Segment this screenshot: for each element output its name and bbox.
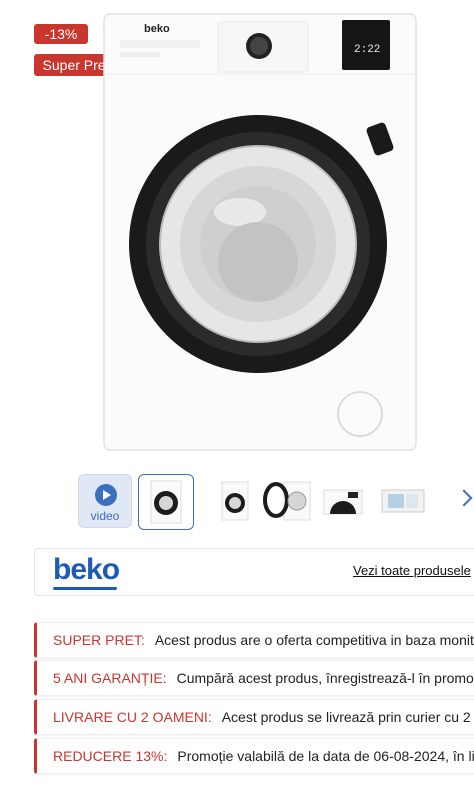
display-time: 2:22 [354, 44, 380, 56]
play-icon [95, 484, 117, 506]
thumbnail-strip: video [78, 474, 474, 530]
promo-tag: 5 ANI GARANȚIE: [53, 670, 167, 686]
washer-brand-mark: beko [144, 23, 170, 35]
promo-text: Acest produs are o oferta competitiva in… [154, 632, 474, 648]
brand-card: beko Vezi toate produsele [34, 548, 474, 596]
promo-tag: SUPER PRET: [53, 632, 145, 648]
promo-text: Promoție valabilă de la data de 06-08-20… [177, 748, 474, 764]
promo-text: Acest produs se livrează prin curier cu … [221, 709, 474, 725]
promo-tag: REDUCERE 13%: [53, 748, 168, 764]
thumbnail-4[interactable] [316, 474, 370, 528]
promo-tag: LIVRARE CU 2 OAMENI: [53, 709, 212, 725]
promo-garantie[interactable]: 5 ANI GARANȚIE: Cumpără acest produs, în… [34, 660, 474, 696]
chevron-right-icon[interactable] [455, 489, 473, 507]
promo-reducere[interactable]: REDUCERE 13%: Promoție valabilă de la da… [34, 738, 474, 774]
view-all-products-link[interactable]: Vezi toate produsele [353, 563, 471, 578]
product-image[interactable]: beko 2:22 [100, 12, 420, 452]
beko-logo[interactable]: beko [53, 553, 120, 587]
promo-text: Cumpără acest produs, înregistrează-l în… [176, 670, 474, 686]
logo-swoosh [53, 587, 117, 590]
thumbnail-2[interactable] [208, 474, 262, 528]
thumbnail-3[interactable] [262, 474, 316, 528]
promo-super-pret[interactable]: SUPER PRET: Acest produs are o oferta co… [34, 622, 474, 658]
video-label: video [90, 509, 120, 523]
promo-livrare[interactable]: LIVRARE CU 2 OAMENI: Acest produs se liv… [34, 699, 474, 735]
badge-discount: -13% [34, 24, 88, 44]
thumbnail-video[interactable]: video [78, 474, 132, 528]
thumbnail-1[interactable] [138, 474, 194, 530]
thumbnail-5[interactable] [376, 474, 430, 528]
